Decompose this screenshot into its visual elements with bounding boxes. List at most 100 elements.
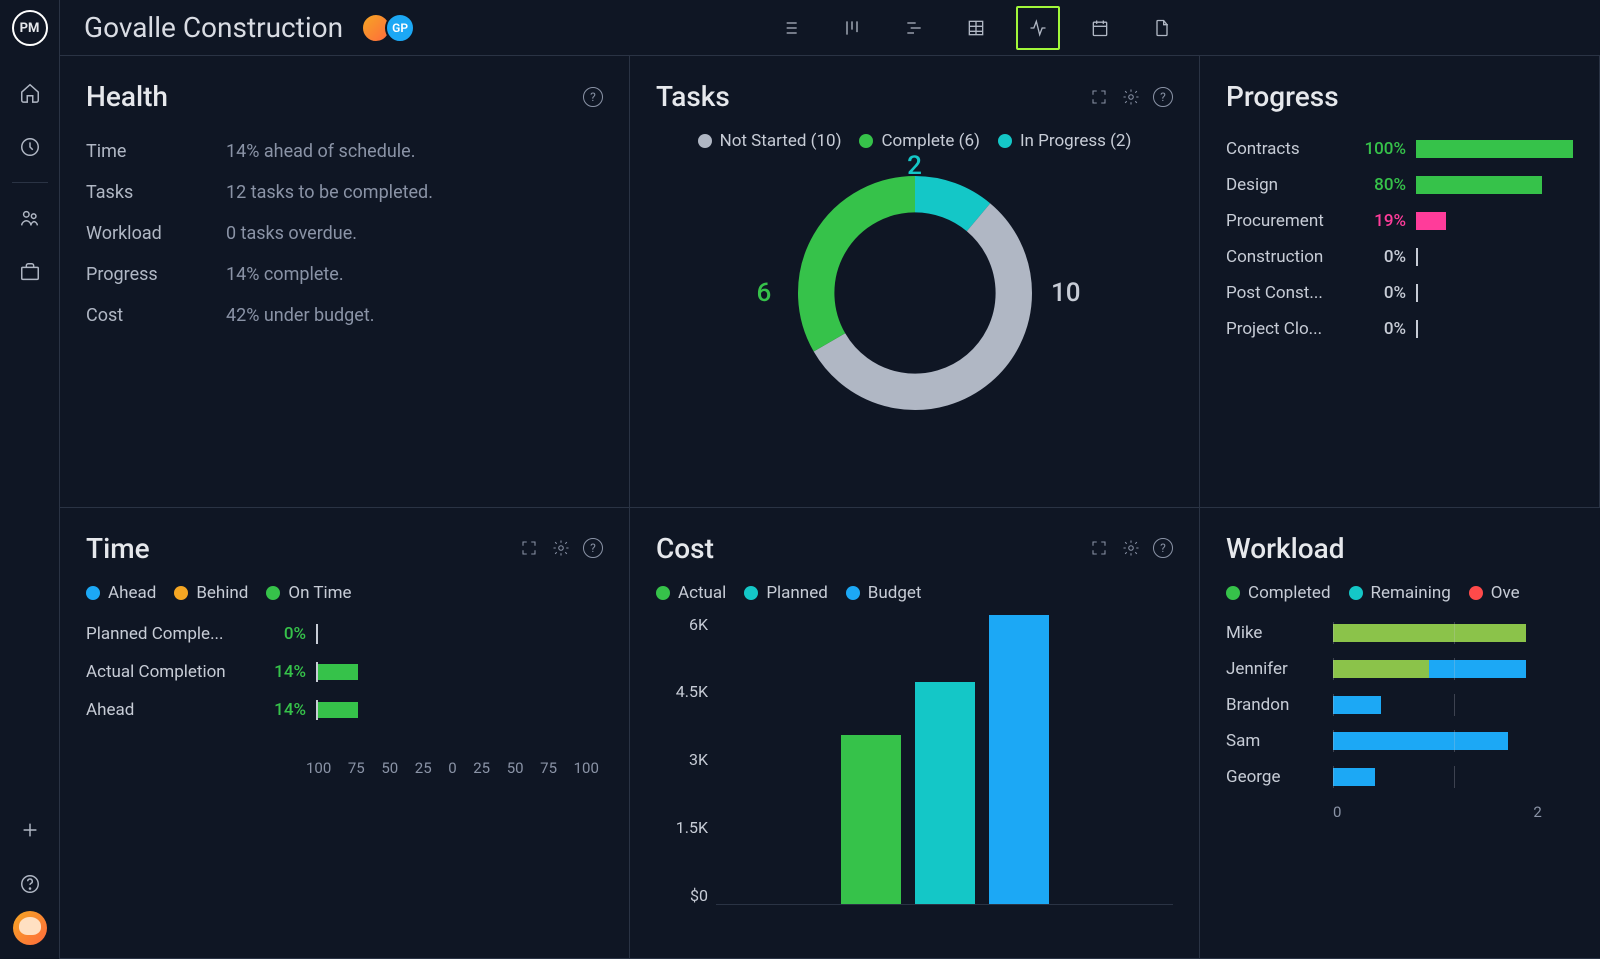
workload-row: Jennifer <box>1226 651 1574 687</box>
progress-percent: 19% <box>1356 211 1406 231</box>
time-row: Ahead14% <box>86 691 603 729</box>
time-percent: 14% <box>256 662 306 682</box>
workload-label: Sam <box>1226 731 1321 751</box>
tab-gantt[interactable] <box>892 6 936 50</box>
progress-label: Contracts <box>1226 139 1346 159</box>
progress-row: Design80% <box>1226 167 1573 203</box>
cost-card: Cost ? ActualPlannedBudget 6K4.5K3K1.5K$… <box>630 508 1200 959</box>
card-title: Cost <box>656 532 714 565</box>
tab-sheet[interactable] <box>954 6 998 50</box>
help-icon[interactable]: ? <box>583 87 603 107</box>
health-row: Progress14% complete. <box>86 254 603 295</box>
legend-item[interactable]: In Progress (2) <box>998 131 1131 151</box>
progress-percent: 0% <box>1356 319 1406 339</box>
team-icon[interactable] <box>19 207 41 229</box>
workload-row: George <box>1226 759 1574 795</box>
legend-item[interactable]: Behind <box>174 583 248 603</box>
time-bar <box>316 662 603 682</box>
help-icon[interactable] <box>19 873 41 895</box>
recent-icon[interactable] <box>19 136 41 158</box>
progress-row: Project Clo...0% <box>1226 311 1573 347</box>
card-title: Workload <box>1226 532 1345 565</box>
progress-bar <box>1416 320 1573 338</box>
progress-row: Construction0% <box>1226 239 1573 275</box>
card-title: Health <box>86 80 168 113</box>
legend-item[interactable]: Completed <box>1226 583 1331 603</box>
tasks-card: Tasks ? Not Started (10) Complete (6) In P… <box>630 56 1200 508</box>
gear-icon[interactable] <box>551 538 571 558</box>
legend-item[interactable]: Budget <box>846 583 922 603</box>
help-icon[interactable]: ? <box>583 538 603 558</box>
workload-bar <box>1333 624 1574 642</box>
member-avatar[interactable]: GP <box>385 13 415 43</box>
workload-bar <box>1333 696 1574 714</box>
portfolio-icon[interactable] <box>19 261 41 283</box>
cost-bar <box>989 615 1049 904</box>
legend-item[interactable]: Ove <box>1469 583 1520 603</box>
time-percent: 14% <box>256 700 306 720</box>
legend-item[interactable]: Complete (6) <box>859 131 979 151</box>
workload-label: Mike <box>1226 623 1321 643</box>
tab-dashboard[interactable] <box>1016 6 1060 50</box>
legend-item[interactable]: Planned <box>744 583 827 603</box>
workload-row: Mike <box>1226 615 1574 651</box>
progress-bar <box>1416 140 1573 158</box>
add-icon[interactable] <box>19 819 41 841</box>
progress-bar <box>1416 284 1573 302</box>
health-label: Progress <box>86 264 216 285</box>
donut-callout: 10 <box>1051 278 1081 308</box>
tab-files[interactable] <box>1140 6 1184 50</box>
time-label: Planned Comple... <box>86 624 246 644</box>
health-row: Cost42% under budget. <box>86 295 603 336</box>
legend-item[interactable]: On Time <box>266 583 351 603</box>
cost-bar <box>841 735 901 904</box>
workload-label: Jennifer <box>1226 659 1321 679</box>
tab-calendar[interactable] <box>1078 6 1122 50</box>
gear-icon[interactable] <box>1121 538 1141 558</box>
card-title: Tasks <box>656 80 730 113</box>
nav-sidebar: PM <box>0 0 60 959</box>
progress-label: Post Const... <box>1226 283 1346 303</box>
progress-percent: 100% <box>1356 139 1406 159</box>
time-card: Time ? Ahead Behind On Time Planned Comple… <box>60 508 630 959</box>
workload-bar <box>1333 660 1574 678</box>
workload-label: George <box>1226 767 1321 787</box>
workload-legend: Completed Remaining Ove <box>1226 583 1574 603</box>
expand-icon[interactable] <box>1089 538 1109 558</box>
view-tabs <box>433 6 1518 50</box>
app-logo[interactable]: PM <box>12 10 48 46</box>
home-icon[interactable] <box>19 82 41 104</box>
health-row: Time14% ahead of schedule. <box>86 131 603 172</box>
legend-item[interactable]: Remaining <box>1349 583 1451 603</box>
expand-icon[interactable] <box>1089 87 1109 107</box>
help-icon[interactable]: ? <box>1153 87 1173 107</box>
workload-bar <box>1333 732 1574 750</box>
workload-label: Brandon <box>1226 695 1321 715</box>
tasks-legend: Not Started (10) Complete (6) In Progress … <box>656 131 1173 151</box>
progress-bar <box>1416 212 1573 230</box>
progress-label: Construction <box>1226 247 1346 267</box>
tab-list[interactable] <box>768 6 812 50</box>
card-title: Time <box>86 532 150 565</box>
health-value: 0 tasks overdue. <box>226 223 357 244</box>
progress-percent: 80% <box>1356 175 1406 195</box>
tasks-donut-chart: 2 6 10 <box>785 163 1045 423</box>
health-value: 42% under budget. <box>226 305 374 326</box>
legend-item[interactable]: Ahead <box>86 583 156 603</box>
tab-board[interactable] <box>830 6 874 50</box>
legend-item[interactable]: Not Started (10) <box>698 131 842 151</box>
workload-row: Sam <box>1226 723 1574 759</box>
user-avatar[interactable] <box>13 911 47 945</box>
help-icon[interactable]: ? <box>1153 538 1173 558</box>
time-axis: 1007550250255075100 <box>86 759 603 777</box>
health-label: Tasks <box>86 182 216 203</box>
time-percent: 0% <box>256 624 306 644</box>
sidebar-divider <box>12 182 48 183</box>
time-bar <box>316 700 603 720</box>
progress-label: Procurement <box>1226 211 1346 231</box>
gear-icon[interactable] <box>1121 87 1141 107</box>
expand-icon[interactable] <box>519 538 539 558</box>
progress-bar <box>1416 248 1573 266</box>
member-avatars[interactable]: GP <box>361 13 415 43</box>
legend-item[interactable]: Actual <box>656 583 726 603</box>
